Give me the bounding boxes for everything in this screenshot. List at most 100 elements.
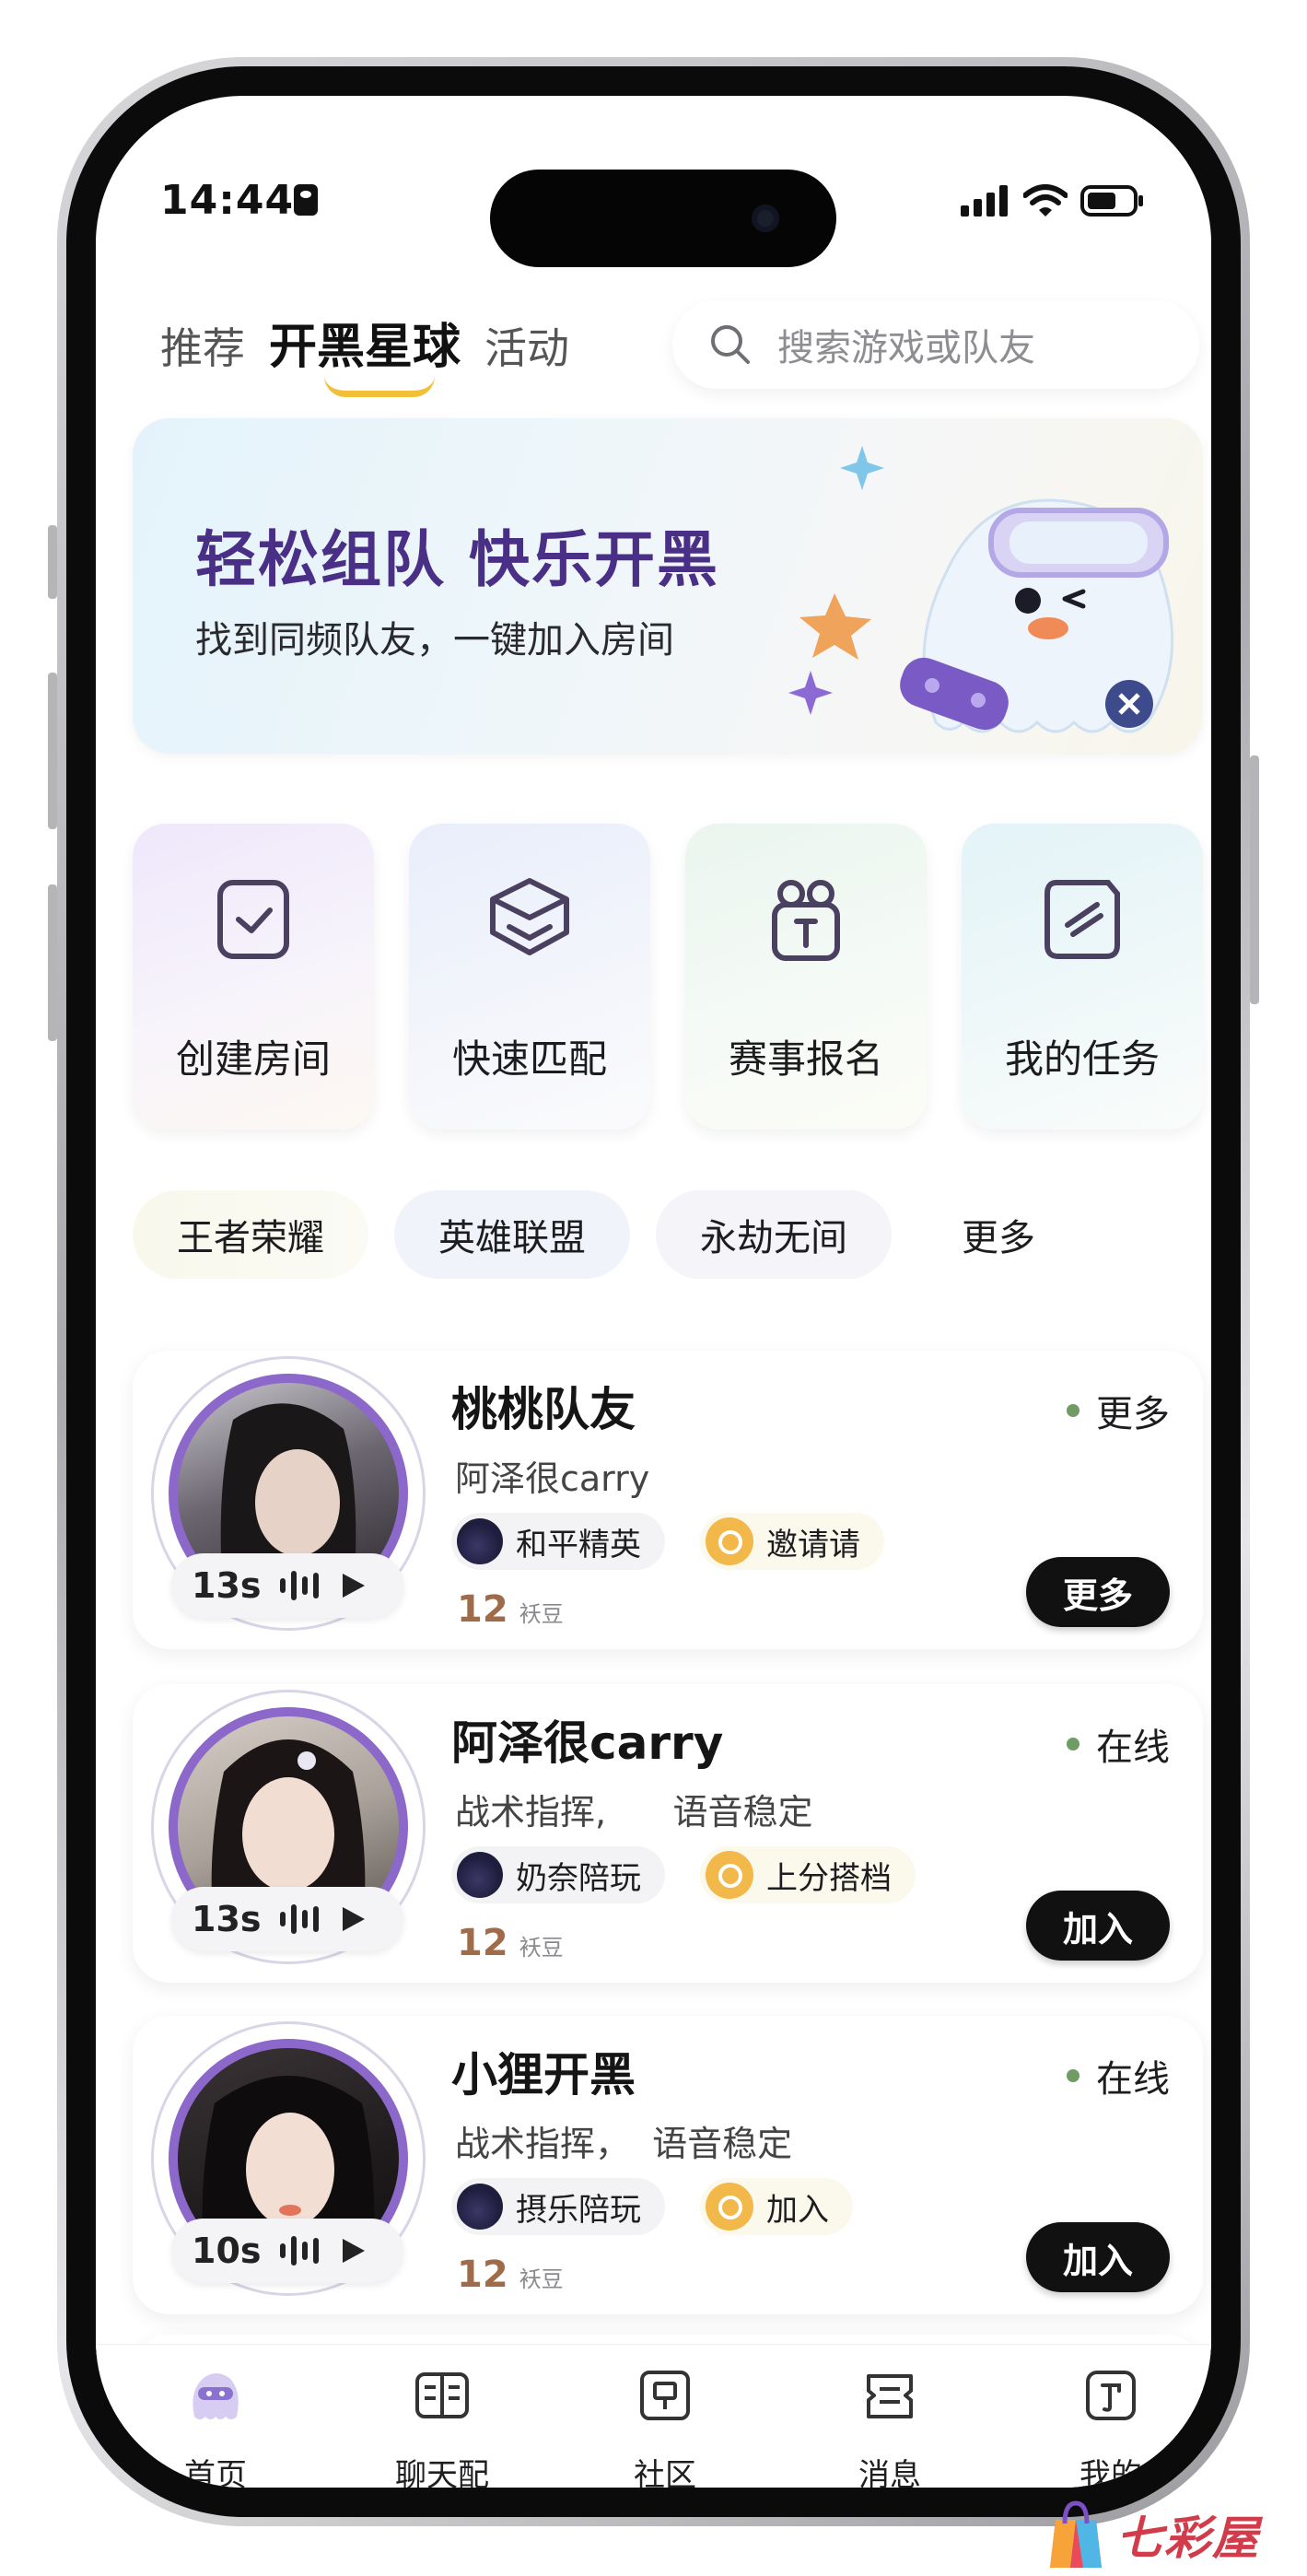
status-text: 在线 <box>1096 1727 1170 1769</box>
top-tab-bar: 推荐 开黑星球 活动 <box>160 308 569 397</box>
tab-profile[interactable]: 我的 <box>1028 2363 1194 2488</box>
teammate-name: 桃桃队友 <box>451 1383 636 1436</box>
tab-label: 聊天配 <box>395 2457 489 2488</box>
wifi-icon <box>1023 184 1068 217</box>
bottom-tab-bar: 首页 聊天配 社区 消息 我的 <box>96 2344 1211 2488</box>
phone-frame: 14:44 推荐 开黑星球 活动 搜索游戏或队友 轻松组队 快乐开黑 找到同频队… <box>57 57 1250 2526</box>
status-text: 更多 <box>1096 1393 1170 1435</box>
tab-activity[interactable]: 活动 <box>484 315 569 376</box>
quick-action-label: 赛事报名 <box>728 1036 883 1082</box>
status-text: 在线 <box>1096 2058 1170 2101</box>
bean-count: 12 袄豆 <box>457 1588 564 1631</box>
tab-community[interactable]: 社区 <box>582 2363 748 2488</box>
tab-recommend[interactable]: 推荐 <box>160 315 245 376</box>
dynamic-island <box>490 170 836 267</box>
status-badge: 更多 <box>1067 1384 1170 1437</box>
status-icons <box>961 184 1145 217</box>
tab-home[interactable]: 首页 <box>133 2363 298 2488</box>
app-screen: 14:44 推荐 开黑星球 活动 搜索游戏或队友 轻松组队 快乐开黑 找到同频队… <box>96 96 1211 2488</box>
quick-actions: 创建房间 快速匹配 赛事报名 我的任务 <box>133 824 1203 1130</box>
bean-count-value: 12 <box>457 1922 508 1964</box>
quick-action-tournament[interactable]: 赛事报名 <box>685 824 927 1130</box>
task-icon <box>1044 880 1120 959</box>
status-time: 14:44 <box>160 177 295 224</box>
profile-icon <box>1086 2371 1136 2420</box>
search-placeholder: 搜索游戏或队友 <box>777 327 1035 369</box>
phone-bezel: 14:44 推荐 开黑星球 活动 搜索游戏或队友 轻松组队 快乐开黑 找到同频队… <box>66 66 1241 2517</box>
tab-label: 消息 <box>858 2457 921 2488</box>
volume-up-button <box>48 673 57 829</box>
quick-action-create-room[interactable]: 创建房间 <box>133 824 374 1130</box>
game-tag-label: 奶奈陪玩 <box>516 1859 641 1897</box>
teammate-desc: 战术指挥， 语音稳定 <box>455 2124 793 2164</box>
teammate-name: 小狸开黑 <box>451 2048 636 2102</box>
coin-tag-label: 加入 <box>766 2191 829 2229</box>
game-filter-chips: 王者荣耀 英雄联盟 永劫无间 更多 <box>133 1190 1203 1279</box>
voice-intro-button[interactable]: 13s <box>171 1553 403 1618</box>
bean-count-value: 12 <box>457 2254 508 2296</box>
voice-intro-button[interactable]: 10s <box>171 2219 403 2283</box>
tab-label: 我的 <box>1079 2457 1142 2488</box>
bean-count-value: 12 <box>457 1588 508 1631</box>
power-button <box>1250 755 1259 1004</box>
quick-action-label: 创建房间 <box>175 1036 331 1082</box>
tab-label: 社区 <box>634 2457 696 2488</box>
bean-count: 12 袄豆 <box>457 2254 564 2296</box>
voice-duration: 10s <box>192 2231 262 2271</box>
banner-mascot-illustration <box>788 446 1174 733</box>
teammate-card[interactable]: 10s 小狸开黑 战术指挥， 语音稳定 在线 摂乐陪玩 加入 12 袄豆 加入 <box>133 2016 1203 2314</box>
game-icon <box>457 2184 503 2230</box>
create-room-icon <box>217 880 289 959</box>
coin-icon <box>706 1851 753 1899</box>
focus-mode-icon <box>294 184 318 216</box>
teammate-card[interactable]: 13s 桃桃队友 阿泽很carry 更多 和平精英 邀请请 12 袄豆 更多 <box>133 1351 1203 1649</box>
quick-action-my-tasks[interactable]: 我的任务 <box>962 824 1203 1130</box>
voice-intro-button[interactable]: 13s <box>171 1887 403 1951</box>
teammate-desc: 战术指挥, 语音稳定 <box>455 1792 813 1832</box>
coin-icon <box>706 2183 753 2231</box>
tab-label: 首页 <box>184 2457 247 2488</box>
play-icon <box>342 2239 365 2263</box>
quick-action-quick-match[interactable]: 快速匹配 <box>409 824 650 1130</box>
quick-action-label: 我的任务 <box>1004 1036 1160 1082</box>
more-button[interactable]: 更多 <box>1026 1557 1170 1627</box>
search-input[interactable]: 搜索游戏或队友 <box>672 300 1199 389</box>
chip-league-of-legends[interactable]: 英雄联盟 <box>394 1190 630 1279</box>
bean-count: 12 袄豆 <box>457 1922 564 1964</box>
game-tag: 摂乐陪玩 <box>451 2178 665 2235</box>
status-dot <box>1067 1738 1079 1751</box>
join-button[interactable]: 加入 <box>1026 2222 1170 2292</box>
join-button[interactable]: 加入 <box>1026 1891 1170 1961</box>
chip-naraka[interactable]: 永劫无间 <box>656 1190 892 1279</box>
front-camera <box>752 205 779 232</box>
volume-down-button <box>48 884 57 1041</box>
coin-tag: 上分搭档 <box>700 1846 916 1903</box>
tab-kaihei-planet[interactable]: 开黑星球 <box>269 308 461 397</box>
tab-messages[interactable]: 消息 <box>807 2363 973 2488</box>
chip-more[interactable]: 更多 <box>917 1190 1079 1279</box>
battery-icon <box>1080 185 1143 217</box>
voice-wave-icon <box>279 2236 319 2266</box>
silent-switch <box>48 525 57 599</box>
voice-duration: 13s <box>192 1565 262 1606</box>
chat-book-icon <box>415 2372 469 2418</box>
community-icon <box>640 2371 690 2420</box>
signal-icon <box>961 185 1008 217</box>
coin-tag: 加入 <box>700 2178 853 2235</box>
watermark-text: 七彩屋 <box>1116 2512 1260 2565</box>
tournament-icon <box>772 880 840 961</box>
shopping-bag-icon <box>1050 2500 1102 2568</box>
game-tag: 奶奈陪玩 <box>451 1846 665 1903</box>
quick-match-icon <box>490 878 569 955</box>
coin-tag: 邀请请 <box>700 1513 884 1570</box>
home-mascot-icon <box>193 2373 239 2419</box>
game-tag-label: 摂乐陪玩 <box>516 2191 641 2229</box>
promo-banner[interactable]: 轻松组队 快乐开黑 找到同频队友，一键加入房间 <box>133 418 1203 754</box>
tab-chat-match[interactable]: 聊天配 <box>359 2363 525 2488</box>
chip-honor-of-kings[interactable]: 王者荣耀 <box>133 1190 368 1279</box>
bean-count-unit: 袄豆 <box>519 1601 564 1627</box>
teammate-card[interactable]: 13s 阿泽很carry 战术指挥, 语音稳定 在线 奶奈陪玩 上分搭档 12 袄… <box>133 1684 1203 1983</box>
banner-subtitle: 找到同频队友，一键加入房间 <box>195 619 674 662</box>
coin-icon <box>706 1517 753 1565</box>
game-icon <box>457 1852 503 1898</box>
